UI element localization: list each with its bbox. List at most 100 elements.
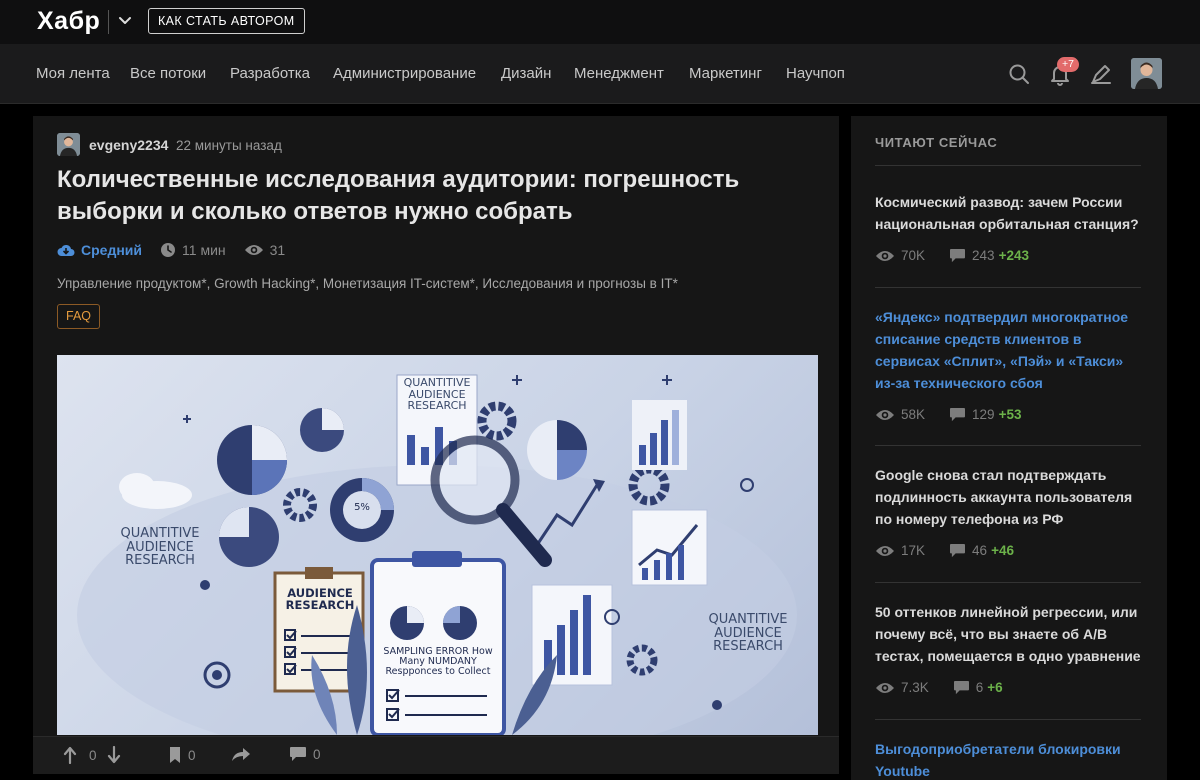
nav-item-design[interactable]: Дизайн [501,65,551,82]
comment-icon [950,543,966,558]
nav-item-all-streams[interactable]: Все потоки [130,65,206,82]
views-value: 17K [901,543,926,558]
comment-icon [290,747,306,761]
comments-delta: +53 [998,407,1022,422]
sidebar-title: ЧИТАЮТ СЕЙЧАС [875,135,998,150]
cover-text-clipboard: AUDIENCE RESEARCH [285,586,355,613]
nav-item-administration[interactable]: Администрирование [333,65,476,82]
comments-value: 129 [972,407,995,422]
sidebar-post: «Яндекс» подтвердил многократное списани… [875,306,1147,422]
author-name-link[interactable]: evgeny2234 [89,137,168,153]
comments-value: 46 [972,543,988,558]
share-button[interactable] [231,746,257,762]
sidebar-post-comments[interactable]: 129 +53 [949,407,1021,422]
sidebar-post-views: 17K [875,543,925,558]
comments-count: 0 [313,746,321,762]
complexity-label: Средний [81,242,143,258]
views-value: 31 [269,242,286,258]
comments-delta: +46 [991,543,1014,558]
sidebar-divider [875,445,1141,446]
user-avatar-image [1131,58,1162,89]
article-meta: Средний 11 мин 31 [57,240,303,260]
sidebar-post: Выгодоприобретатели блокировки Youtube [875,738,1147,780]
sidebar-post-views: 7.3K [875,680,929,695]
sidebar-divider [875,582,1141,583]
nav-item-popular-science[interactable]: Научпоп [786,65,845,82]
article-hubs[interactable]: Управление продуктом*, Growth Hacking*, … [57,276,678,291]
comment-icon [953,680,969,695]
sidebar-post: 50 оттенков линейной регрессии, или поче… [875,601,1147,695]
clock-icon [161,243,176,257]
article-title[interactable]: Количественные исследования аудитории: п… [57,164,797,228]
sidebar-post-views: 58K [875,407,925,422]
sidebar-post-title[interactable]: «Яндекс» подтвердил многократное списани… [875,306,1147,394]
sidebar-post-title[interactable]: 50 оттенков линейной регрессии, или поче… [875,601,1147,667]
comment-icon [950,407,966,422]
nav-item-my-feed[interactable]: Моя лента [36,65,110,82]
pen-write-icon[interactable] [1089,62,1113,86]
bookmark-button[interactable]: 0 [168,746,196,764]
views-value: 58K [901,407,926,422]
reading-time-value: 11 мин [182,242,226,258]
eye-icon [876,545,894,556]
sidebar-post-title[interactable]: Космический развод: зачем России национа… [875,191,1147,235]
article-cover-image[interactable]: QUANTITIVE AUDIENCE RESEARCH QUANTITIVE … [57,355,818,735]
faq-badge[interactable]: FAQ [57,304,101,329]
sidebar-post: Космический развод: зачем России национа… [875,191,1147,263]
sidebar-post-stats: 70K 243 +243 [875,248,1147,263]
cover-text-right: QUANTITIVE AUDIENCE RESEARCH [708,612,788,655]
complexity-level: Средний [57,242,142,258]
nav-item-management[interactable]: Менеджмент [574,65,664,82]
nav-item-marketing[interactable]: Маркетинг [689,65,762,82]
comments-value: 243 [972,248,995,263]
arrow-up-icon[interactable] [63,746,77,764]
comments-delta: +243 [998,248,1029,263]
sidebar-post-views: 70K [875,248,925,263]
post-time: 22 минуты назад [176,138,282,153]
user-avatar[interactable] [1131,58,1162,89]
top-bar: Хабр КАК СТАТЬ АВТОРОМ [0,0,1200,44]
eye-icon [244,245,263,255]
article-card: evgeny2234 22 минуты назад Количественны… [33,116,839,774]
sidebar-post-comments[interactable]: 46 +46 [949,543,1014,558]
sidebar-divider [875,287,1141,288]
sidebar-post-title[interactable]: Выгодоприобретатели блокировки Youtube [875,738,1147,780]
views-value: 70K [901,248,926,263]
sidebar-divider [875,719,1141,720]
article-footer: 0 0 0 [33,736,839,774]
views-count: 31 [244,242,286,258]
sidebar-post-stats: 58K 129 +53 [875,407,1147,422]
author-avatar[interactable] [57,133,80,156]
main-navigation: Моя лента Все потоки Разработка Админист… [0,44,1200,104]
comments-button[interactable]: 0 [289,746,321,762]
sidebar-post-stats: 7.3K 6 +6 [875,680,1147,695]
bookmarks-count: 0 [188,747,196,763]
comment-icon [950,248,966,263]
notifications-badge: +7 [1057,57,1079,72]
comments-delta: +6 [987,680,1003,695]
bookmark-icon [170,747,180,763]
eye-icon [876,409,894,420]
sidebar-post-comments[interactable]: 6 +6 [953,680,1003,695]
search-icon[interactable] [1007,62,1031,86]
cover-text-top: QUANTITIVE AUDIENCE RESEARCH [403,376,471,413]
become-author-button[interactable]: КАК СТАТЬ АВТОРОМ [148,8,305,34]
arrow-down-icon[interactable] [107,746,121,764]
comments-value: 6 [975,680,984,695]
complexity-cloud-icon [57,244,75,256]
sidebar-post-title[interactable]: Google снова стал подтверждать подлиннос… [875,464,1147,530]
cover-text-center: SAMPLING ERROR How Many NUMDANY Respponc… [383,646,493,677]
vote-controls: 0 [63,746,127,764]
sidebar-divider [875,165,1141,166]
eye-icon [876,250,894,261]
reading-now-sidebar: ЧИТАЮТ СЕЙЧАС Космический развод: зачем … [851,116,1167,780]
sidebar-post-comments[interactable]: 243 +243 [949,248,1029,263]
nav-item-development[interactable]: Разработка [230,65,310,82]
reading-time: 11 мин [160,242,226,258]
rating-value: 0 [89,747,97,763]
author-avatar-image [57,133,80,156]
chevron-down-icon[interactable] [116,11,134,29]
eye-icon [876,682,894,693]
views-value: 7.3K [901,680,929,695]
habr-logo[interactable]: Хабр [37,7,100,36]
